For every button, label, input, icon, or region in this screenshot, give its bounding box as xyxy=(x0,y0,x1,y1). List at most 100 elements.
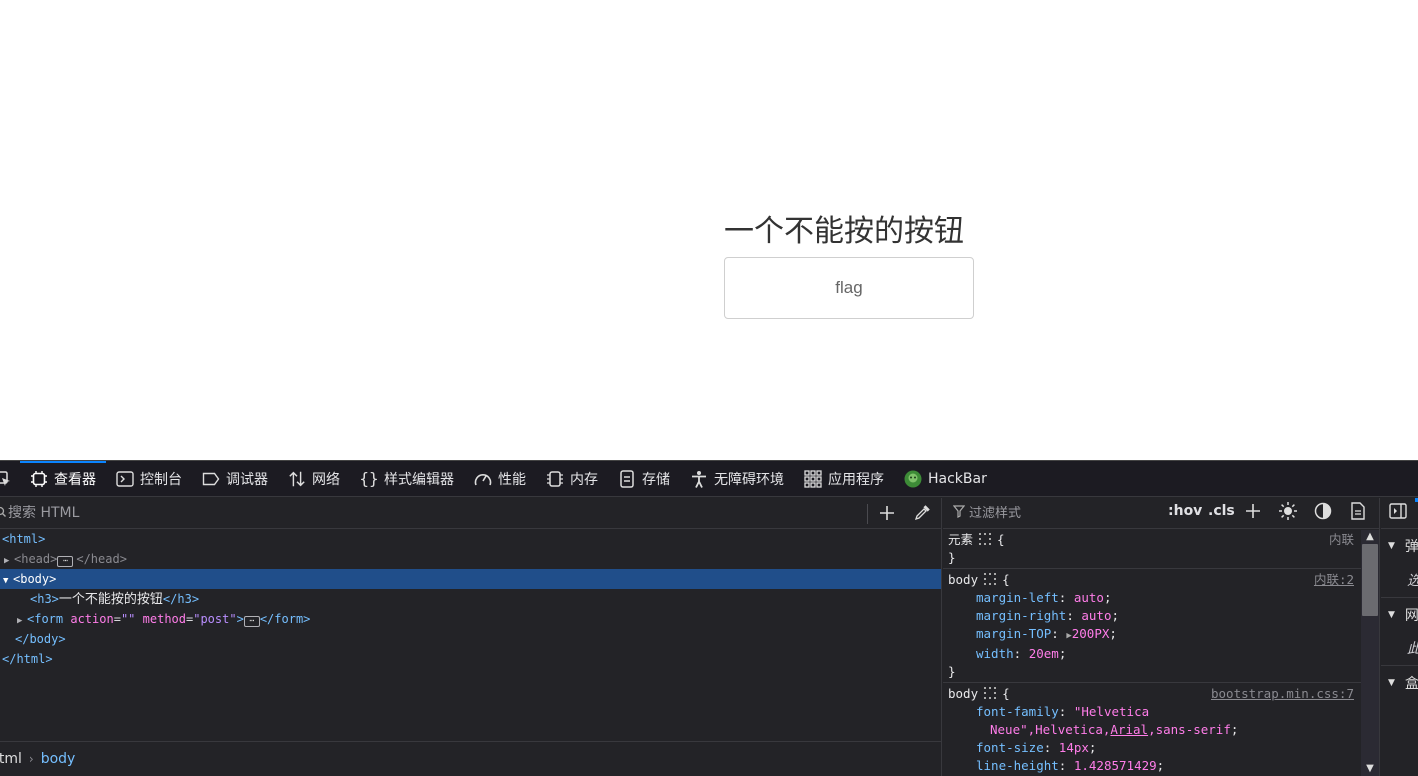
property-name[interactable]: margin-right xyxy=(976,608,1066,623)
rule-source-link[interactable]: bootstrap.min.css:7 xyxy=(1211,685,1354,703)
property-name[interactable]: font-family xyxy=(976,704,1059,719)
property-name[interactable]: width xyxy=(976,646,1014,661)
tag-body-open: <body> xyxy=(13,572,57,586)
tab-inspector[interactable]: 查看器 xyxy=(20,460,106,497)
markup-tree: <html> ▶ <head> ⋯ </head> ▼ <body> <h3>一个不能按… xyxy=(0,529,941,669)
grid-icon[interactable] xyxy=(984,686,997,699)
property-name[interactable]: margin-left xyxy=(976,590,1059,605)
scroll-up-icon[interactable]: ▲ xyxy=(1361,530,1379,544)
tab-accessibility[interactable]: 无障碍环境 xyxy=(680,461,794,497)
style-filter-input[interactable] xyxy=(969,505,1159,521)
class-toggle[interactable]: .cls xyxy=(1208,503,1235,519)
property-value[interactable]: "Helvetica xyxy=(1074,704,1149,719)
tab-debugger[interactable]: 调试器 xyxy=(192,461,278,497)
declaration[interactable]: font-family: "Helvetica xyxy=(948,703,1374,721)
tag-h3-open: <h3> xyxy=(30,592,59,606)
tab-memory[interactable]: 内存 xyxy=(536,461,608,497)
sidebar-section-header[interactable]: ▼ 盒 xyxy=(1381,665,1418,699)
tab-network[interactable]: 网络 xyxy=(278,461,350,497)
rules-pane: :hov .cls 元素 { } 内联 body { margin-left: au… xyxy=(943,498,1380,776)
sun-icon xyxy=(1279,502,1297,524)
element-picker-button[interactable] xyxy=(0,461,20,497)
sidebar-section-header[interactable]: ▼ 网 xyxy=(1381,597,1418,631)
property-value[interactable]: 14px xyxy=(1059,740,1089,755)
breadcrumb: html › body xyxy=(0,741,942,776)
tree-node-html-close[interactable]: </html> xyxy=(0,649,941,669)
collapsed-ellipsis-icon[interactable]: ⋯ xyxy=(243,616,260,627)
rules-scrollbar[interactable]: ▲ ▼ xyxy=(1361,530,1379,776)
tab-performance[interactable]: 性能 xyxy=(464,461,536,497)
font-name-link[interactable]: Arial xyxy=(1110,722,1148,737)
light-scheme-button[interactable] xyxy=(1278,502,1298,524)
tab-label: 样式编辑器 xyxy=(384,471,454,488)
tag-body-close: </body> xyxy=(15,632,66,646)
property-value[interactable]: 20em xyxy=(1029,646,1059,661)
scrollbar-thumb[interactable] xyxy=(1362,544,1378,616)
tree-node-html[interactable]: <html> xyxy=(0,529,941,549)
tab-label: 网络 xyxy=(312,471,340,488)
property-value[interactable]: auto xyxy=(1081,608,1111,623)
page-heading: 一个不能按的按钮 xyxy=(724,214,964,249)
toggle-sidebar-button[interactable] xyxy=(1381,498,1418,529)
collapse-arrow-icon[interactable]: ▼ xyxy=(3,571,13,591)
tree-node-body-close[interactable]: </body> xyxy=(0,629,941,649)
console-icon xyxy=(116,470,134,488)
grid-icon[interactable] xyxy=(984,572,997,585)
property-value[interactable]: 1.428571429 xyxy=(1074,758,1157,773)
breadcrumb-item-body[interactable]: body xyxy=(41,751,76,767)
application-icon xyxy=(804,469,822,488)
plus-icon xyxy=(879,502,895,526)
scroll-down-icon[interactable]: ▼ xyxy=(1361,762,1379,776)
eyedropper-icon xyxy=(914,502,930,526)
property-value[interactable]: auto xyxy=(1074,590,1104,605)
toolbar-separator xyxy=(867,504,868,524)
rule-body-inline: body { margin-left: auto; margin-right: a… xyxy=(943,569,1379,683)
devtools-panel: 查看器 控制台 调试器 网络 {} 样式编辑器 性能 内存 存储 无障碍环境 应… xyxy=(0,460,1418,776)
tree-node-h3[interactable]: <h3>一个不能按的按钮</h3> xyxy=(0,589,941,609)
grid-icon[interactable] xyxy=(979,532,992,545)
tree-node-form[interactable]: ▶ <form action="" method="post"> ⋯ </form> xyxy=(0,609,941,629)
tab-hackbar[interactable]: HackBar xyxy=(894,461,997,497)
expand-arrow-icon[interactable]: ▶ xyxy=(4,551,14,571)
tag-h3-close: </h3> xyxy=(162,592,200,606)
declaration[interactable]: font-size: 14px; xyxy=(948,739,1374,757)
declaration-continued[interactable]: Neue",Helvetica,Arial,sans-serif; xyxy=(948,721,1374,739)
declaration[interactable]: margin-right: auto; xyxy=(948,607,1374,625)
expand-arrow-icon[interactable]: ▶ xyxy=(17,611,27,631)
property-value[interactable]: 200PX xyxy=(1072,626,1110,641)
breadcrumb-item-html[interactable]: html xyxy=(0,751,22,767)
pseudo-class-toggle[interactable]: :hov xyxy=(1168,503,1202,519)
sidebar-section-header[interactable]: ▼ 弹 xyxy=(1381,529,1418,563)
html-search-row xyxy=(0,498,941,529)
html-search-input[interactable] xyxy=(8,505,788,521)
tree-node-body[interactable]: ▼ <body> xyxy=(0,569,941,589)
tab-style-editor[interactable]: {} 样式编辑器 xyxy=(350,461,464,497)
tab-label: 查看器 xyxy=(54,471,96,488)
tree-node-head[interactable]: ▶ <head> ⋯ </head> xyxy=(0,549,941,569)
print-simulation-button[interactable] xyxy=(1348,502,1368,523)
rule-selector: 元素 xyxy=(948,532,974,547)
tag-html-close: </html> xyxy=(2,652,53,666)
sidebar-section-label: 网 xyxy=(1404,607,1418,624)
dark-scheme-button[interactable] xyxy=(1313,502,1333,523)
declaration[interactable]: width: 20em; xyxy=(948,645,1374,663)
collapsed-ellipsis-icon[interactable]: ⋯ xyxy=(57,556,74,567)
search-icon xyxy=(0,506,8,521)
sidebar-content-text: 选 xyxy=(1407,570,1418,590)
rule-source-link[interactable]: 内联:2 xyxy=(1314,571,1354,589)
sidebar-section-label: 盒 xyxy=(1404,675,1418,692)
declaration[interactable]: margin-TOP: ▶200PX; xyxy=(948,625,1374,645)
tab-storage[interactable]: 存储 xyxy=(608,461,680,497)
flag-button[interactable]: flag xyxy=(724,257,974,319)
tab-application[interactable]: 应用程序 xyxy=(794,461,894,497)
property-name[interactable]: font-size xyxy=(976,740,1044,755)
add-node-button[interactable] xyxy=(875,502,899,526)
eyedropper-button[interactable] xyxy=(910,502,934,526)
tab-console[interactable]: 控制台 xyxy=(106,461,192,497)
property-name[interactable]: line-height xyxy=(976,758,1059,773)
declaration[interactable]: line-height: 1.428571429; xyxy=(948,757,1374,775)
declaration[interactable]: margin-left: auto; xyxy=(948,589,1374,607)
rule-source-link[interactable]: 内联 xyxy=(1329,531,1354,549)
property-name[interactable]: margin-TOP xyxy=(976,626,1051,641)
add-rule-button[interactable] xyxy=(1243,503,1263,523)
